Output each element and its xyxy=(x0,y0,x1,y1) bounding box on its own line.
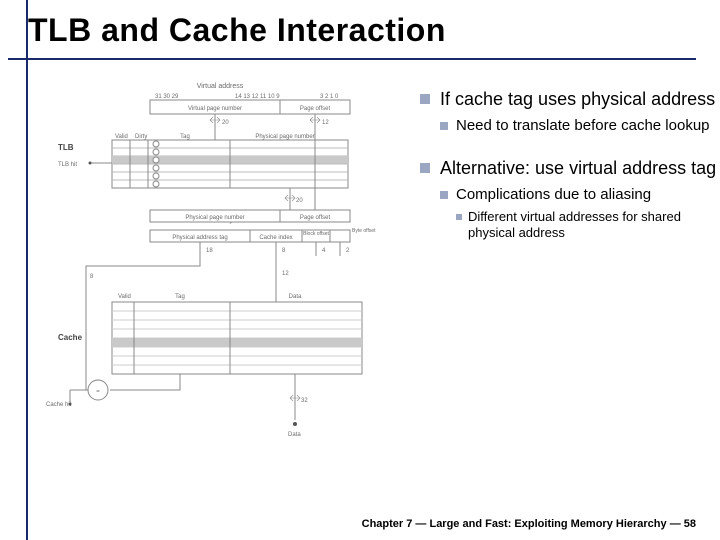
va-label: Virtual address xyxy=(197,83,244,90)
svg-text:Data: Data xyxy=(289,294,302,300)
page-title: TLB and Cache Interaction xyxy=(28,12,720,49)
svg-text:32: 32 xyxy=(301,398,308,404)
data-out-label: Data xyxy=(288,432,301,438)
bullet-text: Alternative: use virtual address tag xyxy=(440,158,716,178)
svg-text:Dirty: Dirty xyxy=(135,134,147,140)
svg-text:Tag: Tag xyxy=(180,134,190,140)
svg-text:Physical address tag: Physical address tag xyxy=(172,235,227,241)
svg-text:Page offset: Page offset xyxy=(300,215,331,221)
svg-text:14 13 12 11 10 9: 14 13 12 11 10 9 xyxy=(235,94,280,100)
bullet-l2: Complications due to aliasing Different … xyxy=(440,186,720,241)
svg-text:8: 8 xyxy=(282,248,286,254)
tlb-label: TLB xyxy=(58,143,74,152)
tlb-cache-diagram: Virtual address 31 30 29 14 13 12 11 10 … xyxy=(40,80,400,500)
bullet-l3: Different virtual addresses for shared p… xyxy=(456,209,720,242)
svg-text:Virtual page number: Virtual page number xyxy=(188,106,242,112)
svg-text:31 30 29: 31 30 29 xyxy=(155,94,179,100)
bullet-l1: Alternative: use virtual address tag Com… xyxy=(420,157,720,253)
bullet-text: If cache tag uses physical address xyxy=(440,89,715,109)
bullet-icon xyxy=(440,122,448,130)
svg-text:Valid: Valid xyxy=(115,134,128,140)
cache-table xyxy=(112,290,362,374)
bullet-icon xyxy=(420,94,430,104)
svg-text:Physical page number: Physical page number xyxy=(255,134,314,140)
bullet-text: Different virtual addresses for shared p… xyxy=(468,209,720,242)
svg-text:Tag: Tag xyxy=(175,294,185,300)
bullet-list: If cache tag uses physical address Need … xyxy=(420,88,720,265)
cache-hit-label: Cache hit xyxy=(46,402,72,408)
svg-text:12: 12 xyxy=(282,271,289,277)
svg-text:=: = xyxy=(96,389,100,395)
tlb-hit-label: TLB hit xyxy=(58,162,77,168)
svg-text:Valid: Valid xyxy=(118,294,131,300)
bullet-l1: If cache tag uses physical address Need … xyxy=(420,88,720,147)
svg-text:4: 4 xyxy=(322,248,326,254)
svg-text:20: 20 xyxy=(222,120,229,126)
svg-text:Block offset: Block offset xyxy=(303,231,329,237)
bullet-icon xyxy=(440,191,448,199)
svg-text:2: 2 xyxy=(346,248,350,254)
bullet-icon xyxy=(420,163,430,173)
bullet-text: Complications due to aliasing xyxy=(456,186,651,203)
svg-text:12: 12 xyxy=(322,120,329,126)
svg-text:Byte offset: Byte offset xyxy=(352,228,376,234)
slide-footer: Chapter 7 — Large and Fast: Exploiting M… xyxy=(362,518,696,530)
svg-text:Page offset: Page offset xyxy=(300,106,331,112)
svg-text:3 2 1 0: 3 2 1 0 xyxy=(320,94,339,100)
cache-label: Cache xyxy=(58,333,83,342)
tlb-table xyxy=(112,140,348,188)
svg-text:18: 18 xyxy=(206,248,213,254)
svg-text:Cache index: Cache index xyxy=(259,235,292,241)
svg-text:Physical page number: Physical page number xyxy=(185,215,244,221)
svg-text:20: 20 xyxy=(296,198,303,204)
bullet-icon xyxy=(456,214,462,220)
bullet-l2: Need to translate before cache lookup xyxy=(440,117,720,136)
svg-text:8: 8 xyxy=(90,274,94,280)
bullet-text: Need to translate before cache lookup xyxy=(456,117,720,136)
